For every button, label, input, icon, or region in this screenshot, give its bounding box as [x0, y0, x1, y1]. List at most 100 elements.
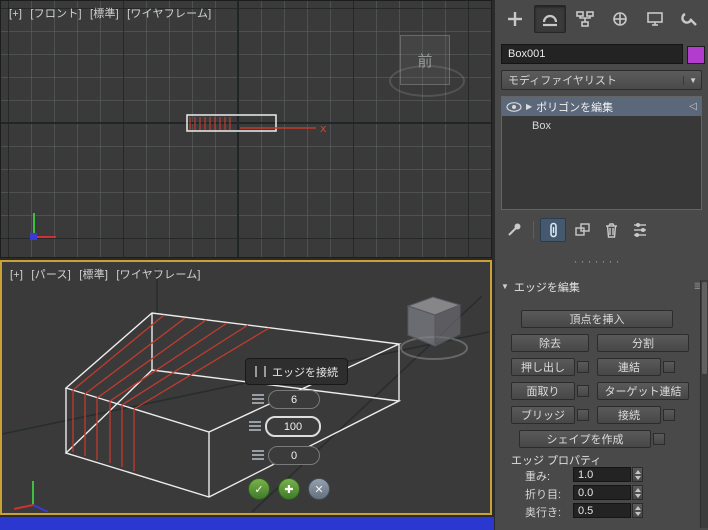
tab-create[interactable] [499, 5, 531, 33]
pin-stack-button[interactable] [501, 218, 527, 242]
chamfer-button[interactable]: 面取り [511, 382, 575, 400]
spinner-up-icon[interactable] [635, 470, 641, 474]
caddy-ok-button[interactable]: ✓ [248, 478, 270, 500]
modifier-list-label: モディファイヤリスト [508, 72, 683, 88]
weight-field[interactable]: 1.0 [573, 467, 631, 482]
edge-properties-title: エッジ プロパティ [511, 452, 601, 468]
remove-modifier-button[interactable] [598, 218, 624, 242]
depth-value: 0.5 [578, 505, 593, 517]
stack-item-box[interactable]: Box [502, 116, 701, 135]
spinner-up-icon[interactable] [635, 506, 641, 510]
spinner-down-icon[interactable] [635, 476, 641, 480]
connect-preview-front [190, 117, 230, 130]
create-shape-settings-button[interactable] [653, 433, 665, 445]
stack-item-label: ポリゴンを編集 [536, 99, 685, 115]
crease-field[interactable]: 0.0 [573, 485, 631, 500]
utilities-icon [682, 14, 696, 25]
weight-label: 重み: [525, 468, 550, 484]
crease-spinner[interactable] [632, 485, 643, 500]
viewport-front[interactable]: x 前 [+] [フロント] [標準] [ワイヤフレーム] [0, 0, 492, 258]
persp-viewport-canvas[interactable] [2, 262, 489, 512]
maxscript-mini-listener[interactable] [0, 517, 494, 530]
caddy-segments-field[interactable]: 6 [252, 390, 320, 409]
connect-settings-button[interactable] [663, 409, 675, 421]
create-shape-button[interactable]: シェイプを作成 [519, 430, 651, 448]
expand-arrow-icon[interactable]: ▶ [526, 102, 532, 111]
modifier-list-dropdown[interactable]: モディファイヤリスト ▼ [501, 70, 702, 90]
depth-label: 奥行き: [525, 504, 561, 520]
object-name-field[interactable] [501, 44, 683, 64]
panel-resize-handle[interactable]: ······· [495, 256, 701, 266]
extrude-settings-button[interactable] [577, 361, 589, 373]
object-color-swatch[interactable] [687, 46, 705, 64]
pin-icon [505, 221, 523, 239]
viewcube[interactable]: 前 [400, 35, 450, 85]
weight-value: 1.0 [578, 469, 593, 481]
tab-modify[interactable] [534, 5, 566, 33]
caddy-cancel-button[interactable]: ✕ [308, 478, 330, 500]
rollout-header-edit-edges[interactable]: ▼ エッジを編集 ≣ [501, 278, 702, 295]
axis-tripod-icon [14, 481, 48, 512]
connect-preview-edges [73, 315, 269, 471]
bridge-button[interactable]: ブリッジ [511, 406, 575, 424]
tab-utilities[interactable] [674, 5, 706, 33]
hierarchy-icon [577, 12, 593, 26]
split-button[interactable]: 分割 [597, 334, 689, 352]
viewport-style-menu[interactable]: [ワイヤフレーム] [116, 269, 200, 281]
slide-value[interactable]: 0 [268, 446, 320, 465]
viewport-front-menu: [+] [フロント] [標準] [ワイヤフレーム] [9, 5, 216, 21]
depth-spinner[interactable] [632, 503, 643, 518]
viewcube-front-label: 前 [417, 50, 432, 71]
tab-motion[interactable] [604, 5, 636, 33]
spinner-down-icon[interactable] [635, 512, 641, 516]
insert-vertex-button[interactable]: 頂点を挿入 [521, 310, 673, 328]
spinner-up-icon[interactable] [635, 488, 641, 492]
show-end-result-button[interactable] [540, 218, 566, 242]
caddy-drag-handle-icon[interactable] [255, 366, 266, 377]
rollout-title: エッジを編集 [514, 279, 580, 295]
extrude-button[interactable]: 押し出し [511, 358, 575, 376]
viewcube-3d[interactable] [401, 297, 467, 359]
rollout-collapse-icon: ▼ [501, 282, 509, 291]
weld-button[interactable]: 連結 [597, 358, 661, 376]
stack-item-edit-poly[interactable]: ▶ ポリゴンを編集 ◁ [502, 97, 701, 116]
panel-scrollbar[interactable] [700, 280, 708, 528]
tab-display[interactable] [639, 5, 671, 33]
make-unique-button[interactable] [569, 218, 595, 242]
caddy-title[interactable]: エッジを接続 [245, 358, 348, 385]
viewport-style-menu[interactable]: [ワイヤフレーム] [127, 8, 211, 20]
stack-toolbar [501, 218, 653, 242]
command-panel-tabs [499, 5, 706, 33]
modifier-stack: ▶ ポリゴンを編集 ◁ Box [501, 96, 702, 210]
chamfer-settings-button[interactable] [577, 385, 589, 397]
bridge-settings-button[interactable] [577, 409, 589, 421]
spinner-down-icon[interactable] [635, 494, 641, 498]
viewport-perspective[interactable]: [+] [パース] [標準] [ワイヤフレーム] エッジを接続 6 100 0 … [0, 260, 492, 515]
tab-hierarchy[interactable] [569, 5, 601, 33]
caddy-pinch-field[interactable]: 100 [249, 416, 321, 437]
viewport-shading-menu[interactable]: [標準] [79, 269, 108, 281]
configure-sets-icon [631, 221, 649, 239]
weight-spinner[interactable] [632, 467, 643, 482]
depth-field[interactable]: 0.5 [573, 503, 631, 518]
stack-item-marker-icon[interactable]: ◁ [689, 101, 697, 112]
viewport-general-menu[interactable]: [+] [10, 269, 23, 281]
command-panel: モディファイヤリスト ▼ ▶ ポリゴンを編集 ◁ Box [494, 0, 708, 530]
viewport-general-menu[interactable]: [+] [9, 8, 22, 20]
panel-scrollbar-thumb[interactable] [702, 282, 707, 374]
weld-settings-button[interactable] [663, 361, 675, 373]
viewport-pov-menu[interactable]: [パース] [31, 269, 71, 281]
segments-value[interactable]: 6 [268, 390, 320, 409]
trash-icon [602, 221, 620, 239]
connect-button[interactable]: 接続 [597, 406, 661, 424]
viewport-pov-menu[interactable]: [フロント] [30, 8, 81, 20]
visibility-eye-icon[interactable] [506, 102, 522, 112]
pinch-value[interactable]: 100 [265, 416, 321, 437]
remove-button[interactable]: 除去 [511, 334, 589, 352]
caddy-apply-button[interactable]: ✚ [278, 478, 300, 500]
viewport-shading-menu[interactable]: [標準] [90, 8, 119, 20]
box-wireframe[interactable] [66, 313, 399, 497]
target-weld-button[interactable]: ターゲット連結 [597, 382, 689, 400]
configure-modifier-sets-button[interactable] [627, 218, 653, 242]
caddy-slide-field[interactable]: 0 [252, 446, 320, 465]
